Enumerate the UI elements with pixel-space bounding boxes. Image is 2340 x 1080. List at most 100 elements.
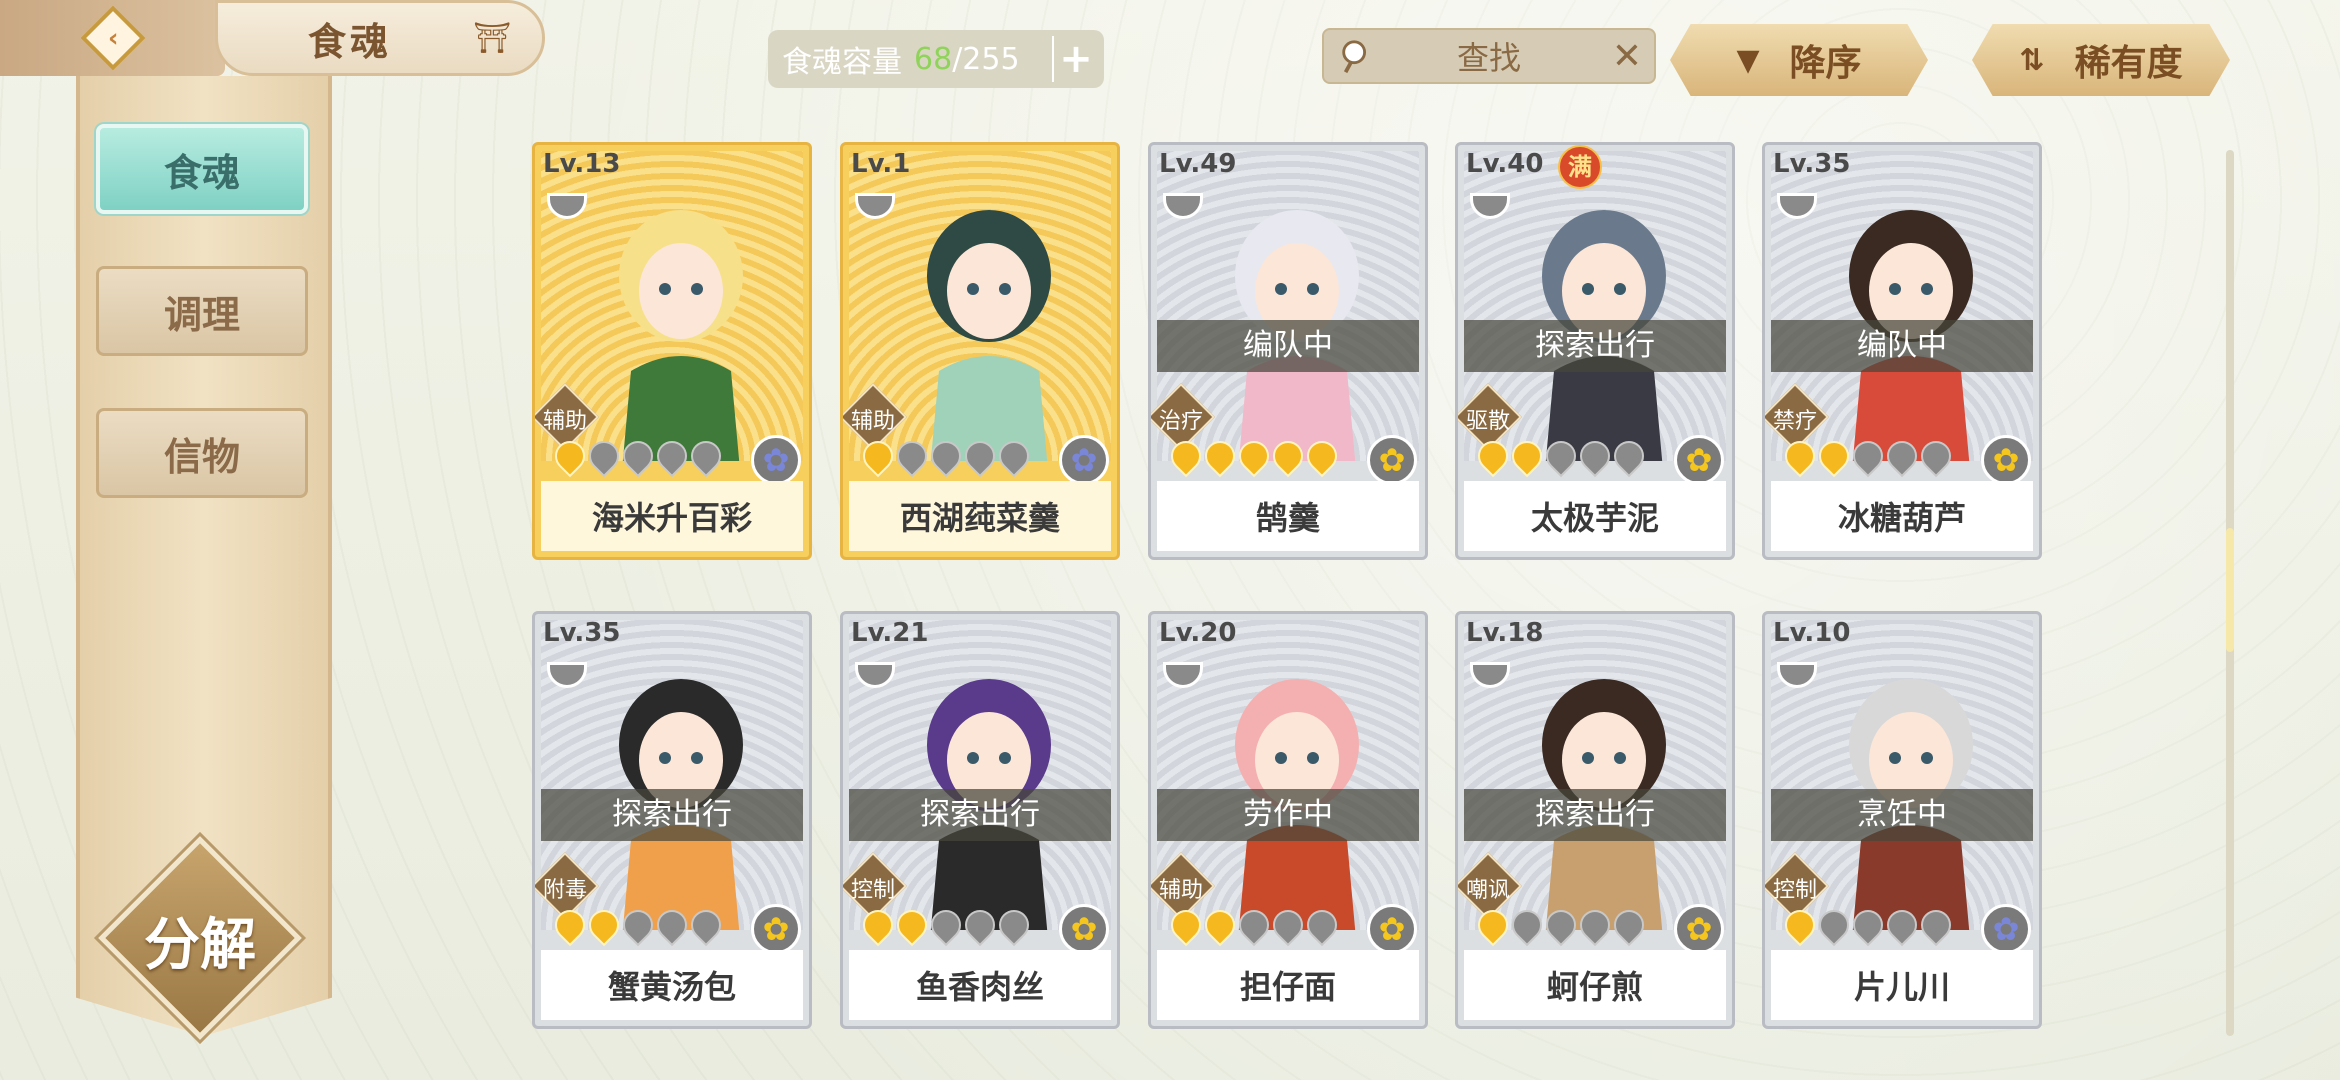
star-icon	[582, 434, 626, 478]
role-label: 辅助	[850, 409, 895, 434]
star-icon	[1471, 434, 1515, 478]
flower-icon: ✿	[1674, 904, 1724, 954]
card-level: Lv.49	[1159, 149, 1237, 179]
star-icon	[1880, 903, 1924, 947]
food-soul-card[interactable]: Lv.18 探索出行 嘲讽 ✿ 蚵仔煎	[1455, 611, 1735, 1029]
card-level: Lv.35	[543, 618, 621, 648]
food-soul-card[interactable]: Lv.1 辅助 ✿ 西湖莼菜羹	[840, 142, 1120, 560]
star-icon	[1505, 434, 1549, 478]
star-icon	[582, 903, 626, 947]
star-rating	[1778, 434, 1958, 478]
star-icon	[1164, 903, 1208, 947]
scrollbar-thumb[interactable]	[2226, 528, 2234, 652]
sidebar-item-food-soul[interactable]: 食魂	[96, 124, 308, 214]
sidebar-item-label: 信物	[163, 434, 240, 479]
search-clear-button[interactable]: ✕	[1612, 36, 1642, 77]
card-level: Lv.40	[1466, 149, 1544, 179]
status-label: 编队中	[1157, 320, 1419, 372]
sort-order-button[interactable]: ▼ 降序	[1670, 24, 1928, 96]
food-soul-card[interactable]: Lv.10 烹饪中 控制 ✿ 片儿川	[1762, 611, 2042, 1029]
status-label: 探索出行	[849, 789, 1111, 841]
card-level: Lv.35	[1773, 149, 1851, 179]
card-level: Lv.21	[851, 618, 929, 648]
food-soul-card[interactable]: Lv.20 劳作中 辅助 ✿ 担仔面	[1148, 611, 1428, 1029]
pavilion-icon: ⛩	[472, 21, 512, 56]
card-name: 蟹黄汤包	[541, 950, 803, 1020]
food-soul-card[interactable]: Lv.35 编队中 禁疗 ✿ 冰糖葫芦	[1762, 142, 2042, 560]
star-rating	[548, 434, 728, 478]
star-icon	[1505, 903, 1549, 947]
star-icon	[684, 903, 728, 947]
role-label: 禁疗	[1772, 409, 1817, 434]
star-icon	[1164, 434, 1208, 478]
max-badge: 满	[1558, 145, 1602, 189]
search-icon	[1342, 40, 1367, 74]
star-rating	[1164, 903, 1344, 947]
star-icon	[548, 903, 592, 947]
star-rating	[1471, 903, 1651, 947]
card-name: 海米升百彩	[541, 481, 803, 551]
top-bar: ‹ 食魂 ⛩ 食魂容量 68 /255 + 查找 ✕ ▼ 降序 ⇅ 稀有度	[0, 0, 2340, 96]
flower-icon: ✿	[1367, 904, 1417, 954]
card-name: 太极芋泥	[1464, 481, 1726, 551]
back-button[interactable]: ‹	[0, 0, 225, 76]
food-soul-card[interactable]: Lv.49 编队中 治疗 ✿ 鹄羹	[1148, 142, 1428, 560]
capacity-add-button[interactable]: +	[1052, 36, 1098, 82]
star-icon	[548, 434, 592, 478]
star-icon	[1778, 434, 1822, 478]
star-icon	[684, 434, 728, 478]
status-label: 探索出行	[1464, 789, 1726, 841]
star-icon	[992, 434, 1036, 478]
food-soul-card[interactable]: Lv.40 满 探索出行 驱散 ✿ 太极芋泥	[1455, 142, 1735, 560]
sidebar-item-token[interactable]: 信物	[96, 408, 308, 498]
card-level: Lv.1	[851, 149, 911, 179]
role-label: 控制	[1772, 878, 1817, 903]
star-icon	[1812, 434, 1856, 478]
star-icon	[650, 903, 694, 947]
star-icon	[1812, 903, 1856, 947]
capacity-max: /255	[952, 41, 1020, 77]
star-icon	[1607, 434, 1651, 478]
status-label: 探索出行	[1464, 320, 1726, 372]
search-placeholder: 查找	[1456, 39, 1521, 77]
card-name: 鹄羹	[1157, 481, 1419, 551]
card-name: 片儿川	[1771, 950, 2033, 1020]
role-label: 辅助	[542, 409, 587, 434]
star-icon	[958, 903, 1002, 947]
star-icon	[1573, 434, 1617, 478]
star-icon	[1778, 903, 1822, 947]
sort-rarity-button[interactable]: ⇅ 稀有度	[1972, 24, 2230, 96]
status-label: 探索出行	[541, 789, 803, 841]
food-soul-card[interactable]: Lv.35 探索出行 附毒 ✿ 蟹黄汤包	[532, 611, 812, 1029]
card-level: Lv.20	[1159, 618, 1237, 648]
card-level: Lv.13	[543, 149, 621, 179]
swap-icon: ⇅	[2019, 42, 2045, 78]
star-icon	[616, 434, 660, 478]
role-label: 治疗	[1158, 409, 1203, 434]
card-name: 冰糖葫芦	[1771, 481, 2033, 551]
back-arrow-icon: ‹	[79, 5, 146, 71]
sidebar-item-conditioning[interactable]: 调理	[96, 266, 308, 356]
flower-icon: ✿	[751, 435, 801, 485]
character-portrait	[619, 210, 743, 461]
sidebar-item-label: 食魂	[163, 150, 240, 195]
card-name: 担仔面	[1157, 950, 1419, 1020]
star-icon	[1300, 903, 1344, 947]
character-portrait	[927, 210, 1051, 461]
triangle-down-icon: ▼	[1736, 42, 1760, 78]
capacity-label: 食魂容量	[782, 45, 902, 80]
star-icon	[992, 903, 1036, 947]
role-label: 附毒	[542, 878, 587, 903]
scrollbar[interactable]	[2226, 150, 2234, 1036]
sort-rarity-label: 稀有度	[2074, 43, 2183, 84]
star-icon	[890, 903, 934, 947]
card-name: 西湖莼菜羹	[849, 481, 1111, 551]
star-rating	[1778, 903, 1958, 947]
food-soul-card[interactable]: Lv.21 探索出行 控制 ✿ 鱼香肉丝	[840, 611, 1120, 1029]
star-rating	[856, 903, 1036, 947]
card-level: Lv.10	[1773, 618, 1851, 648]
sidebar-item-label: 调理	[163, 292, 240, 337]
food-soul-card[interactable]: Lv.13 辅助 ✿ 海米升百彩	[532, 142, 812, 560]
star-icon	[1300, 434, 1344, 478]
search-input[interactable]: 查找 ✕	[1322, 28, 1656, 84]
